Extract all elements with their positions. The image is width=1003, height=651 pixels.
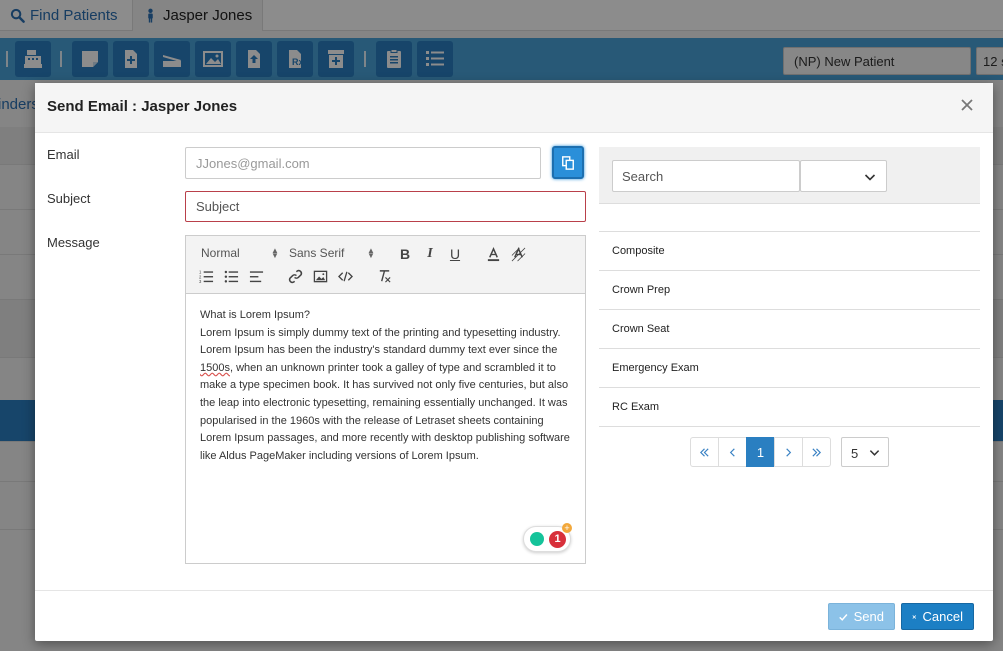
- underline-icon: U: [449, 246, 461, 262]
- chevron-left-icon: [729, 447, 735, 457]
- template-search-input[interactable]: [612, 160, 800, 192]
- align-button[interactable]: [248, 268, 264, 284]
- last-page-button[interactable]: [802, 437, 831, 467]
- check-icon: [839, 613, 848, 621]
- chevron-down-icon: [864, 174, 876, 181]
- clear-format-button[interactable]: [376, 268, 392, 284]
- copy-button[interactable]: [552, 146, 584, 179]
- template-item[interactable]: Composite: [599, 232, 980, 271]
- text-color-button[interactable]: [485, 246, 501, 262]
- email-field[interactable]: [185, 147, 541, 179]
- template-item[interactable]: RC Exam: [599, 388, 980, 427]
- background-color-icon: [511, 246, 525, 261]
- insert-image-button[interactable]: [312, 268, 328, 284]
- italic-icon: I: [427, 246, 433, 261]
- modal-title: Send Email : Jasper Jones: [47, 98, 238, 115]
- grammarly-count-badge: 1: [549, 531, 566, 548]
- clear-format-icon: [379, 269, 391, 283]
- spelling-error[interactable]: 1500s: [200, 362, 230, 374]
- modal-header: Send Email : Jasper Jones: [35, 83, 993, 133]
- first-page-button[interactable]: [690, 437, 719, 467]
- grammarly-widget[interactable]: 1 +: [523, 523, 572, 552]
- message-text-part-2: , when an unknown printer took a galley …: [200, 361, 570, 462]
- message-editor: Normal ▲ ▼ Sans Serif ▲ ▼ B I U 123 What…: [185, 235, 586, 564]
- send-email-modal: Send Email : Jasper Jones Email Subject …: [35, 83, 993, 641]
- format-select-label: Normal: [201, 246, 240, 260]
- message-text-part-1: Lorem Ipsum is simply dummy text of the …: [200, 326, 561, 357]
- text-color-icon: [487, 246, 499, 261]
- modal-footer: Send Cancel: [35, 590, 993, 641]
- code-icon: [337, 271, 353, 281]
- bullet-list-icon: [224, 270, 238, 283]
- align-left-icon: [249, 270, 263, 282]
- select-arrows-icon: ▲ ▼: [367, 246, 375, 260]
- copy-icon: [562, 155, 574, 170]
- message-heading: What is Lorem Ipsum?: [200, 309, 311, 321]
- editor-toolbar: Normal ▲ ▼ Sans Serif ▲ ▼ B I U 123: [186, 236, 585, 294]
- cancel-button[interactable]: Cancel: [901, 603, 974, 630]
- chevron-right-icon: [786, 447, 792, 457]
- ordered-list-button[interactable]: 123: [198, 268, 214, 284]
- background-color-button[interactable]: [510, 246, 526, 262]
- previous-page-button[interactable]: [718, 437, 747, 467]
- subject-label: Subject: [47, 191, 91, 206]
- format-select[interactable]: Normal ▲ ▼: [201, 246, 281, 260]
- close-icon: [912, 614, 917, 619]
- next-page-button[interactable]: [774, 437, 803, 467]
- template-search-bar: [599, 147, 980, 204]
- double-chevron-left-icon: [699, 447, 709, 457]
- chevron-down-icon: [869, 450, 880, 456]
- editor-content[interactable]: What is Lorem Ipsum? Lorem Ipsum is simp…: [200, 307, 570, 465]
- page-button-current[interactable]: 1: [746, 437, 775, 467]
- page-size-value: 5: [851, 446, 859, 461]
- email-label: Email: [47, 147, 80, 162]
- cancel-button-label: Cancel: [922, 609, 963, 624]
- link-icon: [288, 269, 302, 283]
- grammarly-bulb-icon: [530, 532, 544, 546]
- template-list: Composite Crown Prep Crown Seat Emergenc…: [599, 231, 980, 427]
- select-arrows-icon: ▲ ▼: [271, 246, 279, 260]
- ordered-list-icon: 123: [199, 269, 213, 284]
- template-item[interactable]: Emergency Exam: [599, 349, 980, 388]
- subject-field[interactable]: [185, 191, 586, 222]
- bullet-list-button[interactable]: [223, 268, 239, 284]
- template-item[interactable]: Crown Prep: [599, 271, 980, 310]
- bold-icon: B: [399, 246, 411, 262]
- link-button[interactable]: [287, 268, 303, 284]
- code-button[interactable]: [337, 268, 353, 284]
- font-select[interactable]: Sans Serif ▲ ▼: [289, 246, 379, 260]
- italic-button[interactable]: I: [422, 246, 438, 262]
- grammarly-plus-icon: +: [562, 523, 572, 533]
- image-icon: [313, 270, 327, 282]
- template-filter-select[interactable]: [800, 160, 887, 192]
- template-item[interactable]: Crown Seat: [599, 310, 980, 349]
- send-button[interactable]: Send: [828, 603, 895, 630]
- send-button-label: Send: [853, 609, 884, 624]
- svg-text:3: 3: [199, 279, 202, 284]
- bold-button[interactable]: B: [397, 246, 413, 262]
- pagination: 1: [690, 437, 831, 467]
- page-size-select[interactable]: 5: [841, 437, 889, 467]
- double-chevron-right-icon: [812, 447, 822, 457]
- font-select-label: Sans Serif: [289, 246, 345, 260]
- message-label: Message: [47, 235, 100, 250]
- underline-button[interactable]: U: [447, 246, 463, 262]
- message-paragraph: Lorem Ipsum is simply dummy text of the …: [200, 325, 570, 466]
- close-icon[interactable]: [959, 97, 975, 113]
